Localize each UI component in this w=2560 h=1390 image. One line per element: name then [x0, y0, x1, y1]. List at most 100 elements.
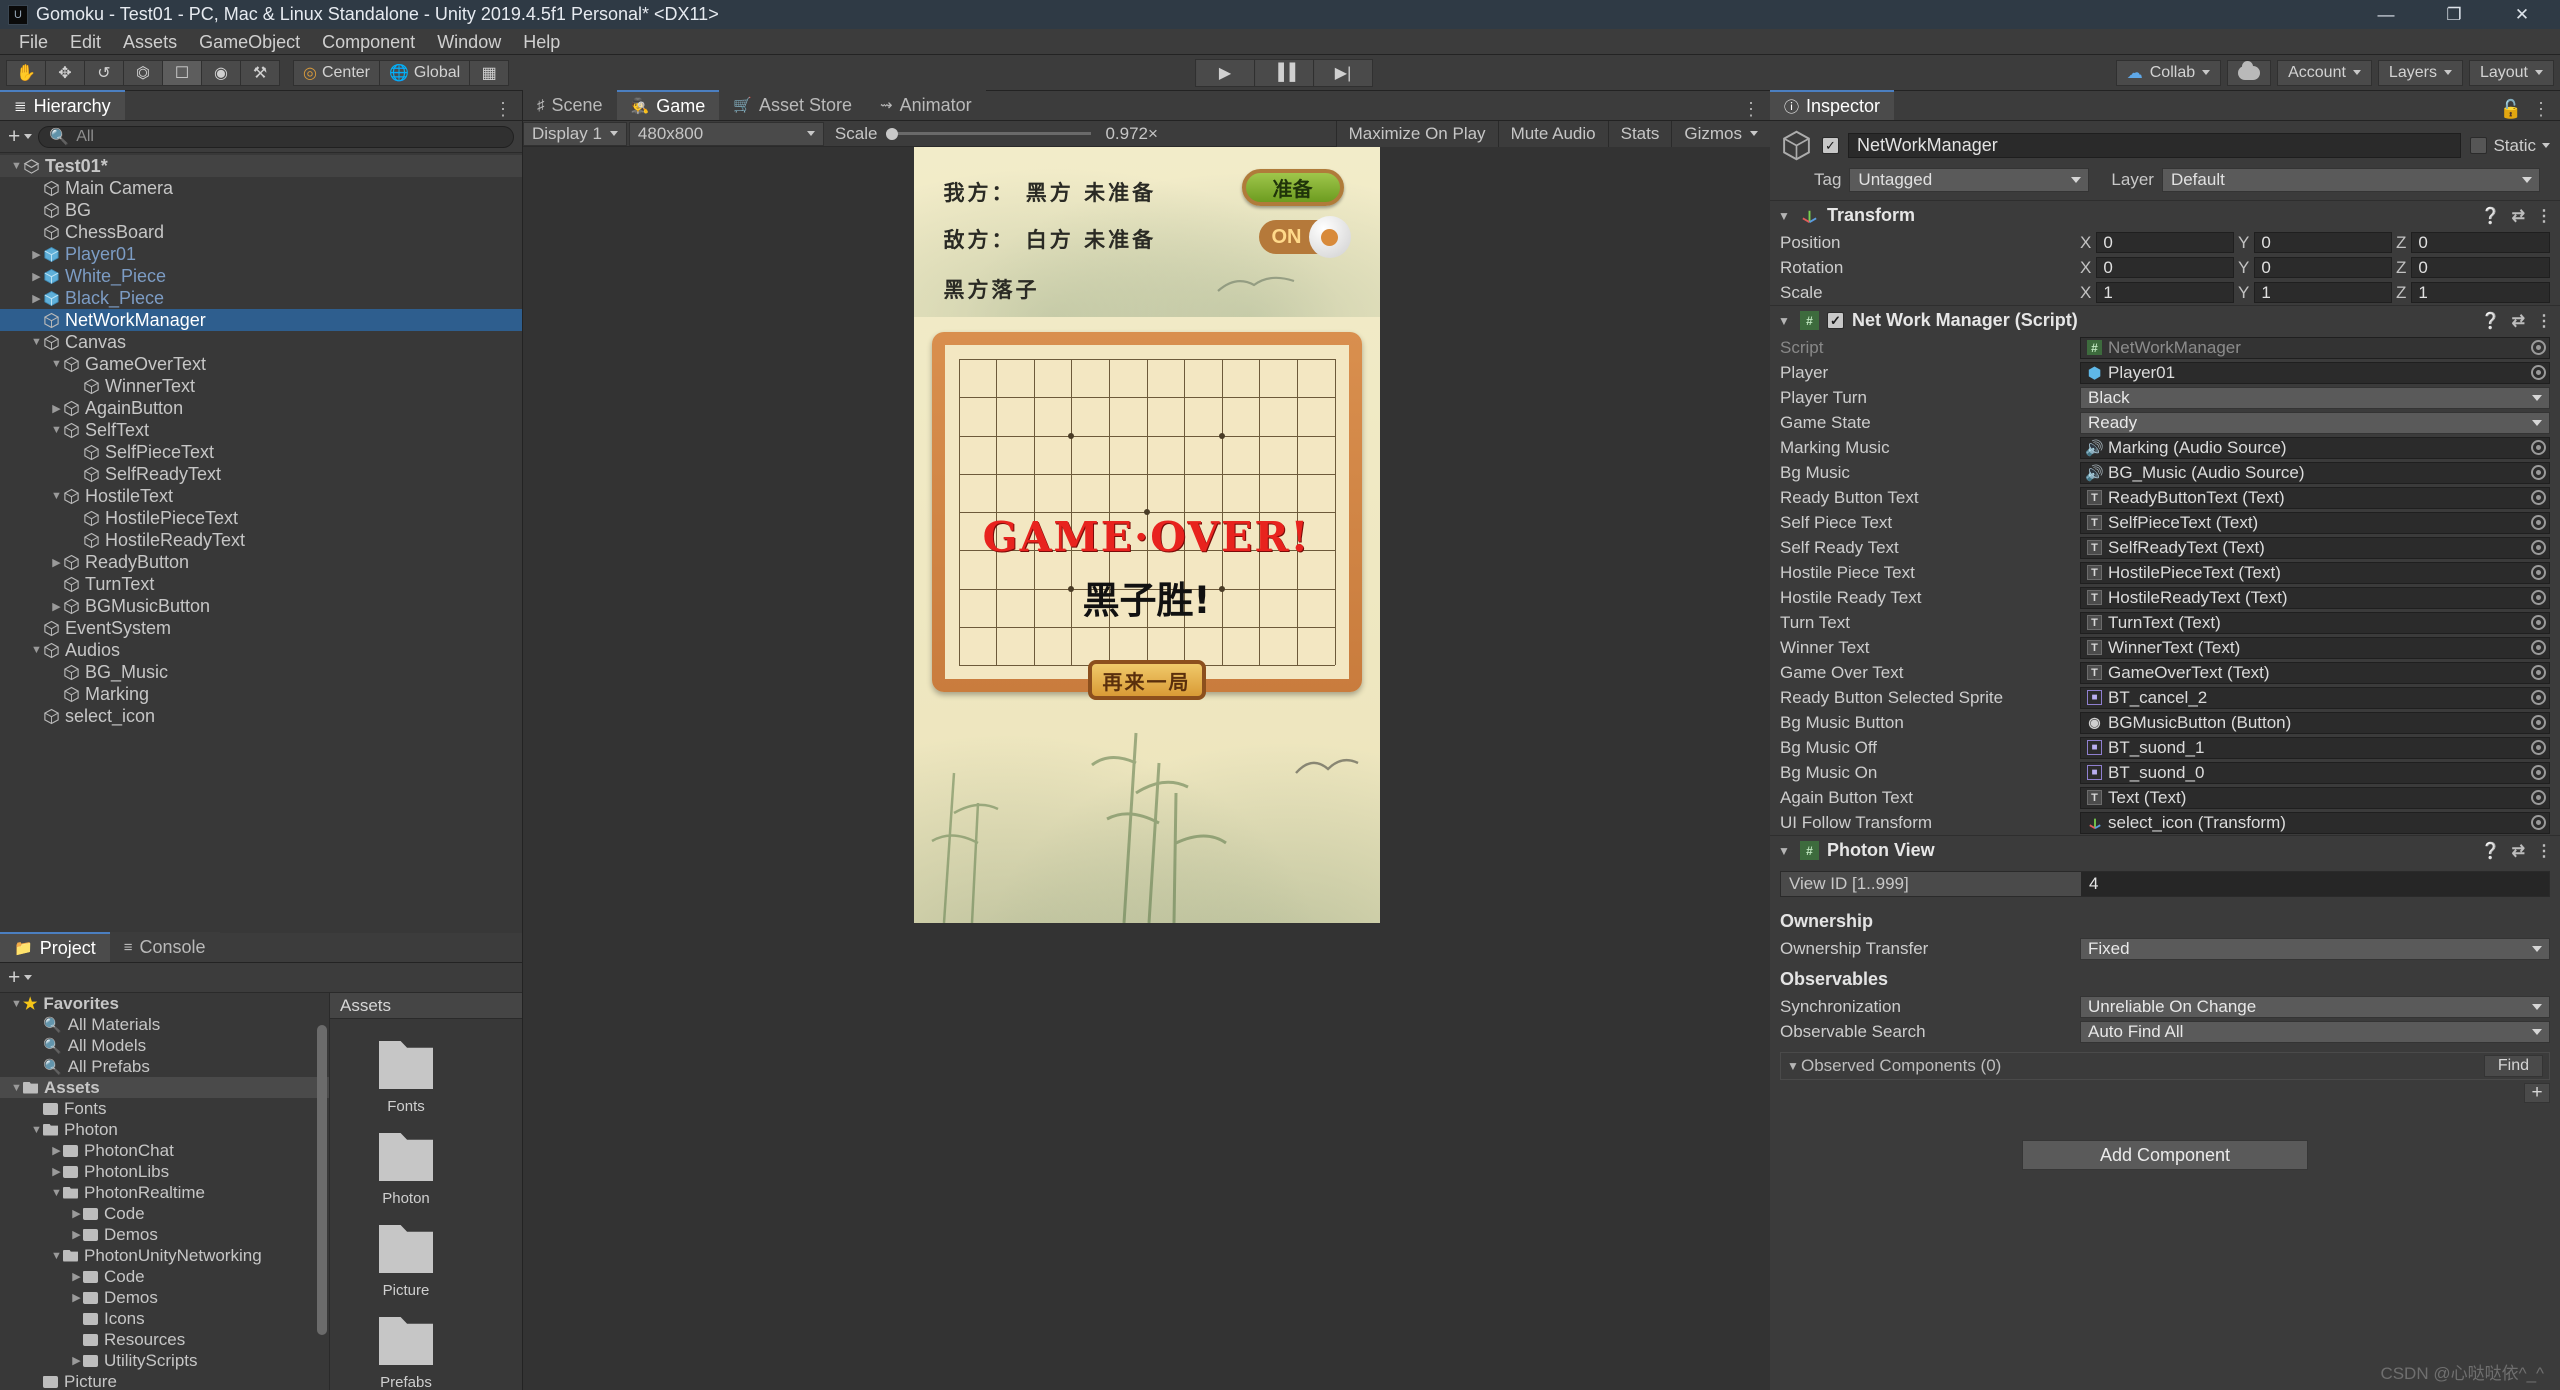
- hierarchy-item-hostiletext[interactable]: ▼ HostileText: [0, 485, 522, 507]
- disclosure-triangle[interactable]: ▶: [30, 270, 43, 283]
- project-tree-item-all-prefabs[interactable]: 🔍 All Prefabs: [0, 1056, 329, 1077]
- hierarchy-item-bg-music[interactable]: BG_Music: [0, 661, 522, 683]
- hierarchy-item-gameovertext[interactable]: ▼ GameOverText: [0, 353, 522, 375]
- layer-dropdown[interactable]: Default: [2161, 168, 2540, 192]
- object-picker-icon[interactable]: [2531, 465, 2546, 480]
- synchronization-dropdown[interactable]: Unreliable On Change: [2080, 995, 2550, 1018]
- chevron-down-icon[interactable]: ▼: [1778, 314, 1792, 328]
- hierarchy-item-networkmanager[interactable]: NetWorkManager: [0, 309, 522, 331]
- step-button[interactable]: ▶|: [1313, 58, 1374, 87]
- object-picker-icon[interactable]: [2531, 540, 2546, 555]
- chevron-down-icon[interactable]: ▼: [1787, 1059, 1801, 1073]
- disclosure-triangle[interactable]: ▼: [50, 424, 63, 436]
- hierarchy-item-selfreadytext[interactable]: SelfReadyText: [0, 463, 522, 485]
- ownership-transfer-dropdown[interactable]: Fixed: [2080, 937, 2550, 960]
- hierarchy-item-main-camera[interactable]: Main Camera: [0, 177, 522, 199]
- add-observable-button[interactable]: +: [2524, 1082, 2550, 1103]
- tab-animator[interactable]: ⇝ Animator: [866, 90, 986, 120]
- project-folder-tree[interactable]: ▼ ★ Favorites 🔍 All Materials 🔍 All Models 🔍 All…: [0, 993, 330, 1390]
- project-tree-item-picture[interactable]: Picture: [0, 1371, 329, 1390]
- hierarchy-item-selfpiecetext[interactable]: SelfPieceText: [0, 441, 522, 463]
- bg-music-toggle[interactable]: ON: [1258, 216, 1351, 258]
- pivot-mode-button[interactable]: ◎ Center: [293, 59, 380, 86]
- self-piece-text-object-field[interactable]: T SelfPieceText (Text): [2080, 511, 2550, 534]
- chevron-down-icon[interactable]: ▼: [1778, 209, 1792, 223]
- component-menu-icon[interactable]: ⋮: [2536, 311, 2552, 331]
- disclosure-triangle[interactable]: ▶: [50, 556, 63, 569]
- asset-folder-prefabs[interactable]: Prefabs: [358, 1317, 454, 1390]
- view-id-field[interactable]: View ID [1..999] 4: [1780, 871, 2550, 897]
- player-turn-dropdown[interactable]: Black: [2080, 386, 2550, 409]
- tab-hierarchy[interactable]: ≣ Hierarchy: [0, 90, 125, 120]
- menu-edit[interactable]: Edit: [59, 29, 112, 55]
- hierarchy-item-eventsystem[interactable]: EventSystem: [0, 617, 522, 639]
- transform-tool-icon[interactable]: ◉: [201, 59, 241, 86]
- stats-button[interactable]: Stats: [1607, 121, 1672, 147]
- object-picker-icon[interactable]: [2531, 665, 2546, 680]
- winner-text-object-field[interactable]: T WinnerText (Text): [2080, 636, 2550, 659]
- disclosure-triangle[interactable]: ▼: [10, 998, 23, 1010]
- transform-position-y[interactable]: 0: [2254, 232, 2392, 253]
- project-tree-item-icons[interactable]: Icons: [0, 1308, 329, 1329]
- hierarchy-item-bgmusicbutton[interactable]: ▶ BGMusicButton: [0, 595, 522, 617]
- scale-tool-icon[interactable]: ⏣: [123, 59, 163, 86]
- game-state-dropdown[interactable]: Ready: [2080, 411, 2550, 434]
- play-button[interactable]: ▶: [1195, 58, 1256, 87]
- disclosure-triangle[interactable]: ▼: [10, 1082, 23, 1094]
- scale-slider-handle[interactable]: [886, 127, 899, 140]
- object-picker-icon[interactable]: [2531, 715, 2546, 730]
- disclosure-triangle[interactable]: ▶: [30, 292, 43, 305]
- hierarchy-item-winnertext[interactable]: WinnerText: [0, 375, 522, 397]
- maximize-button[interactable]: ❐: [2420, 0, 2488, 29]
- asset-folder-fonts[interactable]: Fonts: [358, 1041, 454, 1115]
- component-menu-icon[interactable]: ⋮: [2536, 206, 2552, 226]
- tab-game[interactable]: 🕵 Game: [616, 90, 720, 120]
- transform-scale-y[interactable]: 1: [2254, 282, 2392, 303]
- cloud-button[interactable]: [2227, 59, 2272, 86]
- project-tree-item-photonrealtime[interactable]: ▼ PhotonRealtime: [0, 1182, 329, 1203]
- view-tab-menu[interactable]: ⋮: [1742, 99, 1770, 120]
- hierarchy-item-test01-[interactable]: ▼ Test01*: [0, 155, 522, 177]
- project-tree-item-photonlibs[interactable]: ▶ PhotonLibs: [0, 1161, 329, 1182]
- tab-inspector[interactable]: ⓘ Inspector: [1770, 90, 1895, 120]
- disclosure-triangle[interactable]: ▶: [70, 1207, 83, 1220]
- lock-icon[interactable]: 🔓: [2500, 99, 2522, 120]
- script-object-field[interactable]: # NetWorkManager: [2080, 336, 2550, 359]
- minimize-button[interactable]: —: [2352, 0, 2420, 29]
- disclosure-triangle[interactable]: ▼: [50, 1187, 63, 1199]
- object-picker-icon[interactable]: [2531, 765, 2546, 780]
- pause-button[interactable]: ▐▐: [1254, 58, 1315, 87]
- hostile-piece-text-object-field[interactable]: T HostilePieceText (Text): [2080, 561, 2550, 584]
- object-picker-icon[interactable]: [2531, 740, 2546, 755]
- disclosure-triangle[interactable]: ▶: [50, 1144, 63, 1157]
- help-icon[interactable]: ❔: [2481, 841, 2501, 861]
- component-enabled-checkbox[interactable]: ✓: [1827, 312, 1844, 329]
- object-picker-icon[interactable]: [2531, 490, 2546, 505]
- preset-icon[interactable]: ⇄: [2512, 206, 2525, 226]
- transform-rotation-z[interactable]: 0: [2411, 257, 2550, 278]
- disclosure-triangle[interactable]: ▶: [50, 402, 63, 415]
- tab-project[interactable]: 📁 Project: [0, 932, 110, 962]
- project-tree-item-favorites[interactable]: ▼ ★ Favorites: [0, 993, 329, 1014]
- hierarchy-item-turntext[interactable]: TurnText: [0, 573, 522, 595]
- hand-tool-icon[interactable]: ✋: [6, 59, 46, 86]
- resolution-selector[interactable]: 480x800: [628, 121, 824, 146]
- chevron-down-icon[interactable]: ▼: [1778, 844, 1792, 858]
- maximize-on-play-button[interactable]: Maximize On Play: [1335, 121, 1498, 147]
- self-ready-text-object-field[interactable]: T SelfReadyText (Text): [2080, 536, 2550, 559]
- menu-gameobject[interactable]: GameObject: [188, 29, 311, 55]
- ready-button-text-object-field[interactable]: T ReadyButtonText (Text): [2080, 486, 2550, 509]
- component-menu-icon[interactable]: ⋮: [2536, 841, 2552, 861]
- move-tool-icon[interactable]: ✥: [45, 59, 85, 86]
- networkmanager-component-header[interactable]: ▼ # ✓ Net Work Manager (Script) ❔ ⇄ ⋮: [1770, 305, 2560, 335]
- account-button[interactable]: Account: [2277, 59, 2372, 86]
- hierarchy-item-chessboard[interactable]: ChessBoard: [0, 221, 522, 243]
- marking-music-object-field[interactable]: 🔊 Marking (Audio Source): [2080, 436, 2550, 459]
- object-picker-icon[interactable]: [2531, 515, 2546, 530]
- transform-component-header[interactable]: ▼ Transform ❔ ⇄ ⋮: [1770, 200, 2560, 230]
- menu-file[interactable]: File: [8, 29, 59, 55]
- collab-button[interactable]: ☁ Collab: [2115, 59, 2222, 86]
- hierarchy-item-hostilereadytext[interactable]: HostileReadyText: [0, 529, 522, 551]
- gizmos-button[interactable]: Gizmos: [1671, 121, 1770, 147]
- object-picker-icon[interactable]: [2531, 565, 2546, 580]
